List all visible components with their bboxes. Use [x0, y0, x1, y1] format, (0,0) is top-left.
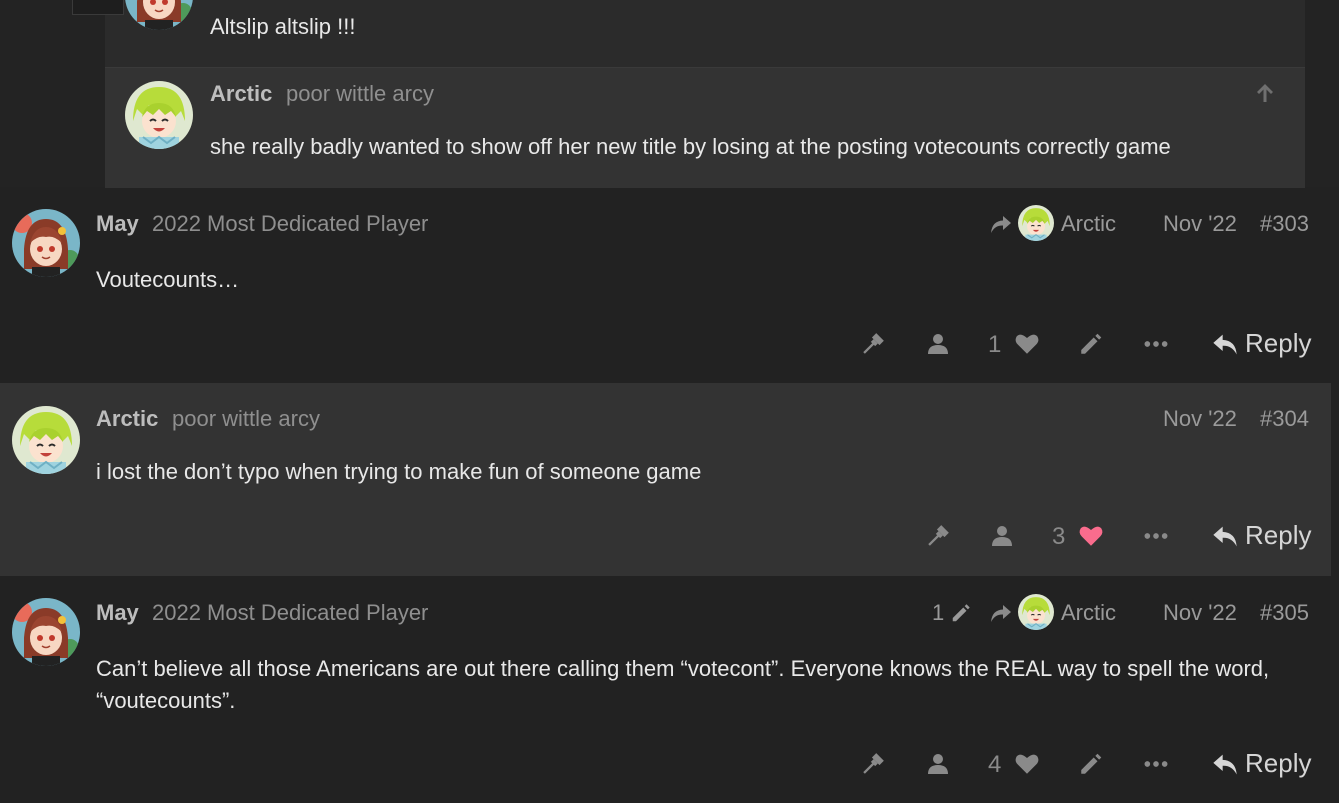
post-date[interactable]: Nov '22 — [1163, 211, 1237, 237]
edit-count[interactable]: 1 — [932, 600, 944, 626]
may-avatar[interactable] — [12, 209, 80, 277]
post-username[interactable]: May — [96, 211, 139, 237]
reply-button[interactable]: Reply — [1211, 748, 1311, 779]
heart-icon[interactable] — [1013, 750, 1041, 778]
reply-button[interactable]: Reply — [1211, 328, 1311, 359]
reply-label: Reply — [1245, 748, 1312, 778]
arctic-avatar[interactable] — [1018, 205, 1054, 241]
pencil-icon[interactable] — [1077, 330, 1105, 358]
reply-to-icon[interactable] — [988, 211, 1014, 237]
user-icon[interactable] — [988, 522, 1016, 550]
reply-icon — [1211, 330, 1239, 358]
post-user-title: 2022 Most Dedicated Player — [152, 211, 429, 236]
arctic-avatar[interactable] — [125, 81, 193, 149]
user-icon[interactable] — [924, 750, 952, 778]
post-body: Can’t believe all those Americans are ou… — [96, 656, 1270, 713]
reply-icon — [1211, 750, 1239, 778]
reply-icon — [1211, 522, 1239, 550]
hammer-icon[interactable] — [859, 750, 887, 778]
reply-label: Reply — [1245, 520, 1312, 550]
post-user-title: poor wittle arcy — [172, 406, 320, 431]
reply-button[interactable]: Reply — [1211, 520, 1311, 551]
post-body: i lost the don’t typo when trying to mak… — [96, 459, 702, 484]
post-304: Arctic poor wittle arcy Nov '22 #304 i l… — [0, 383, 1331, 576]
hammer-icon[interactable] — [859, 330, 887, 358]
post-date[interactable]: Nov '22 — [1163, 600, 1237, 626]
post-date[interactable]: Nov '22 — [1163, 406, 1237, 432]
like-count[interactable]: 3 — [1052, 523, 1065, 551]
arctic-avatar[interactable] — [1018, 594, 1054, 630]
embedded-reply — [105, 67, 1305, 188]
may-avatar[interactable] — [12, 598, 80, 666]
arrow-up-icon[interactable] — [1252, 80, 1278, 106]
reply-to-username[interactable]: Arctic — [1061, 600, 1116, 626]
post-303: May 2022 Most Dedicated Player Arctic No… — [0, 187, 1339, 383]
post-number[interactable]: #304 — [1260, 406, 1309, 432]
embedded-reply-text: she really badly wanted to show off her … — [210, 134, 1171, 159]
embedded-reply-user-title: poor wittle arcy — [286, 81, 434, 106]
post-number[interactable]: #305 — [1260, 600, 1309, 626]
post-body: Voutecounts… — [96, 267, 240, 292]
post-username[interactable]: May — [96, 600, 139, 626]
more-dots-icon[interactable] — [1142, 522, 1170, 550]
more-dots-icon[interactable] — [1142, 330, 1170, 358]
post-username[interactable]: Arctic — [96, 406, 158, 432]
pencil-icon[interactable] — [1077, 750, 1105, 778]
reply-label: Reply — [1245, 328, 1312, 358]
pencil-icon[interactable] — [948, 600, 974, 626]
hammer-icon[interactable] — [924, 522, 952, 550]
post-number[interactable]: #303 — [1260, 211, 1309, 237]
reply-to-username[interactable]: Arctic — [1061, 211, 1116, 237]
reply-to-icon[interactable] — [988, 600, 1014, 626]
embedded-parent-text: Altslip altslip !!! — [210, 14, 356, 39]
arctic-avatar[interactable] — [12, 406, 80, 474]
post-user-title: 2022 Most Dedicated Player — [152, 600, 429, 625]
heart-icon-liked[interactable] — [1077, 522, 1105, 550]
embedded-reply-username[interactable]: Arctic — [210, 81, 272, 107]
like-count[interactable]: 4 — [988, 751, 1001, 779]
collapsed-bar — [72, 0, 124, 15]
post-305: May 2022 Most Dedicated Player 1 Arctic … — [0, 576, 1339, 803]
more-dots-icon[interactable] — [1142, 750, 1170, 778]
user-icon[interactable] — [924, 330, 952, 358]
heart-icon[interactable] — [1013, 330, 1041, 358]
like-count[interactable]: 1 — [988, 331, 1001, 359]
